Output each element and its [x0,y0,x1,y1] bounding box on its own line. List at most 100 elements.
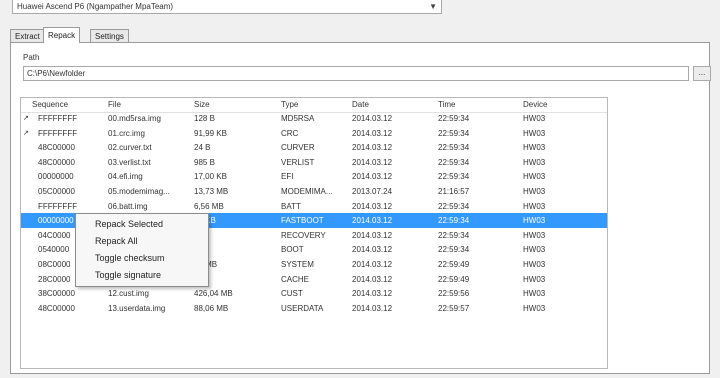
table-row[interactable]: 48C00000 13.userdata.img 88,06 MB USERDATA 2… [21,301,607,316]
cell-size: 128 B [194,114,215,123]
cell-file: 04.efi.img [108,172,143,182]
cell-size: 24 B [194,143,211,153]
cell-date: 2014.03.12 [352,289,393,299]
app-window: Huawei Ascend P6 (Ngampather MpaTeam) ▼ … [0,0,720,378]
cell-sequence: 38C00000 [38,289,75,299]
cell-date: 2014.03.12 [352,128,393,138]
cell-file: 02.curver.txt [108,143,152,153]
cell-size: 17,00 KB [194,172,227,182]
cell-sequence: 08C0000 [38,260,71,269]
column-header-sequence[interactable]: Sequence [32,100,68,109]
column-header-file[interactable]: File [108,100,121,109]
cell-sequence: 00000000 [38,216,74,226]
cell-device: HW03 [523,289,546,299]
cell-sequence: 28C0000 [38,274,71,284]
cell-type: MODEMIMA... [281,187,333,196]
table-row[interactable]: 00000000 04.efi.img 17,00 KB EFI 2014.03.12 2… [21,169,607,184]
cell-type: MD5RSA [281,114,315,123]
cell-sequence: 48C00000 [38,143,75,153]
cell-file: 00.md5rsa.img [108,114,161,123]
cell-size: 91,99 KB [194,128,227,138]
cell-time: 22:59:34 [438,128,470,138]
cell-time: 22:59:56 [438,289,470,299]
cell-device: HW03 [523,260,546,269]
cell-type: FASTBOOT [281,216,324,226]
cell-date: 2014.03.12 [352,245,393,255]
column-header-type[interactable]: Type [281,100,298,109]
cell-time: 22:59:34 [438,172,470,182]
chevron-down-icon[interactable]: ▼ [429,0,437,13]
cell-date: 2014.03.12 [352,114,393,123]
cell-device: HW03 [523,245,546,255]
cell-time: 22:59:34 [438,114,470,123]
table-row[interactable]: 48C00000 03.verlist.txt 985 B VERLIST 2014.0… [21,155,607,170]
browse-button[interactable]: ... [693,66,711,81]
cell-device: HW03 [523,303,546,313]
cell-date: 2014.03.12 [352,303,393,313]
cell-device: HW03 [523,128,546,138]
menu-item-repack-all[interactable]: Repack All [78,233,204,249]
cell-device: HW03 [523,201,546,211]
path-label: Path [23,53,40,62]
cell-file: 13.userdata.img [108,303,166,313]
cell-time: 21:16:57 [438,187,470,196]
column-header-date[interactable]: Date [352,100,369,109]
cell-sequence: FFFFFFFF [38,201,78,211]
cell-type: CURVER [281,143,315,153]
menu-item-repack-selected[interactable]: Repack Selected [78,216,204,232]
pin-icon: ↗ [23,115,29,122]
cell-sequence: 0540000 [38,245,70,255]
cell-device: HW03 [523,230,546,240]
cell-time: 22:59:57 [438,303,470,313]
cell-type: RECOVERY [281,230,326,240]
cell-size: 88,06 MB [194,303,229,313]
cell-device: HW03 [523,114,546,123]
repack-panel: Path C:\P6\Newfolder ... Sequence File S… [10,42,711,374]
cell-type: USERDATA [281,303,324,313]
cell-file: 03.verlist.txt [108,157,151,167]
menu-item-toggle-checksum[interactable]: Toggle checksum [78,250,204,266]
cell-size: 426,04 MB [194,289,233,299]
cell-date: 2014.03.12 [352,201,393,211]
column-header-time[interactable]: Time [438,100,455,109]
cell-date: 2013.07.24 [352,187,393,196]
table-row[interactable]: 38C00000 12.cust.img 426,04 MB CUST 2014.03.… [21,286,607,301]
table-row[interactable]: 48C00000 02.curver.txt 24 B CURVER 2014.03.1… [21,140,607,155]
cell-file: 12.cust.img [108,289,149,299]
cell-type: SYSTEM [281,260,314,269]
cell-device: HW03 [523,143,546,153]
cell-device: HW03 [523,172,546,182]
cell-time: 22:59:49 [438,274,470,284]
table-row[interactable]: ↗ FFFFFFFF 01.crc.img 91,99 KB CRC 2014.03.12… [21,126,607,141]
cell-type: CRC [281,128,299,138]
tab-settings[interactable]: Settings [90,29,129,42]
cell-size: 985 B [194,157,215,167]
cell-time: 22:59:34 [438,157,470,167]
menu-item-toggle-signature[interactable]: Toggle signature [78,267,204,283]
cell-device: HW03 [523,216,546,226]
column-header-device[interactable]: Device [523,100,547,109]
tab-extract[interactable]: Extract [10,29,45,42]
cell-sequence: 05C00000 [38,187,75,196]
cell-device: HW03 [523,157,546,167]
cell-date: 2014.03.12 [352,230,393,240]
path-input[interactable]: C:\P6\Newfolder [23,66,689,81]
cell-size: 13,73 MB [194,187,229,196]
device-select[interactable]: Huawei Ascend P6 (Ngampather MpaTeam) ▼ [12,0,442,14]
cell-time: 22:59:34 [438,230,470,240]
cell-type: EFI [281,172,294,182]
column-header-size[interactable]: Size [194,100,210,109]
table-row[interactable]: FFFFFFFF 06.batt.img 6,56 MB BATT 2014.03.12… [21,199,607,214]
pin-icon: ↗ [23,129,29,137]
cell-size: 6,56 MB [194,201,224,211]
table-row[interactable]: 05C00000 05.modemimag... 13,73 MB MODEMIMA.… [21,184,607,199]
cell-file: 01.crc.img [108,128,145,138]
cell-sequence: 04C0000 [38,230,71,240]
cell-type: CACHE [281,274,310,284]
tab-repack[interactable]: Repack [43,27,81,43]
cell-device: HW03 [523,187,546,196]
table-row[interactable]: ↗ FFFFFFFF 00.md5rsa.img 128 B MD5RSA 2014.03… [21,111,607,126]
cell-device: HW03 [523,274,546,284]
cell-sequence: FFFFFFFF [38,114,78,123]
cell-time: 22:59:34 [438,201,470,211]
